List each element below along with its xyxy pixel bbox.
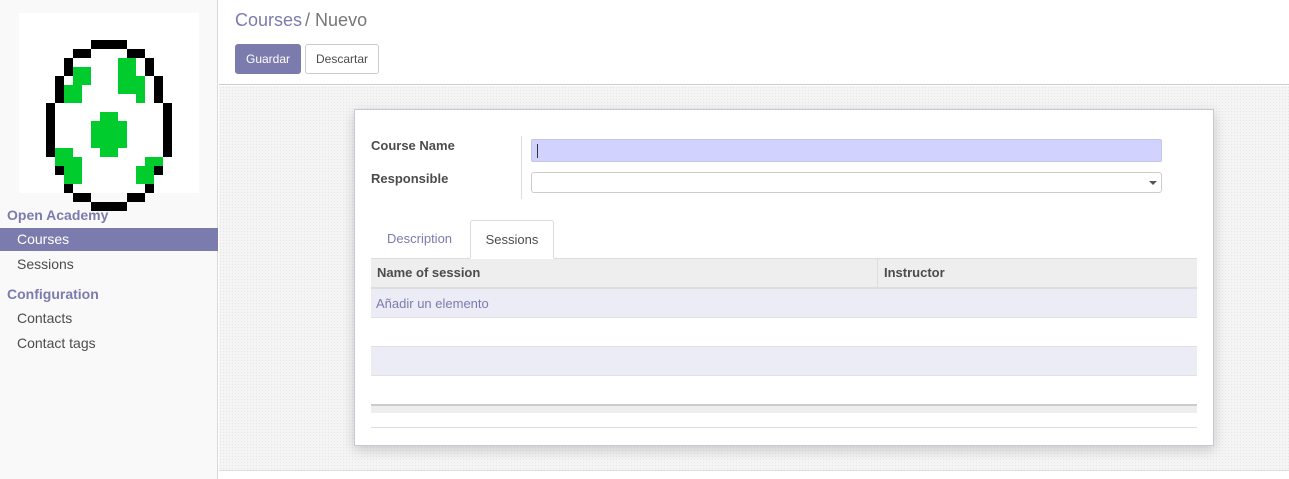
table-row	[371, 347, 1197, 376]
app-logo[interactable]	[19, 13, 199, 211]
sessions-table-header: Name of session Instructor	[371, 259, 1197, 289]
caret-down-icon	[1149, 181, 1157, 185]
pixel-egg-logo-icon	[46, 40, 172, 211]
breadcrumb-current: Nuevo	[315, 10, 368, 30]
course-name-label: Course Name	[371, 138, 455, 153]
sessions-table-footer	[371, 404, 1197, 413]
bottom-strip	[219, 470, 1289, 479]
save-button[interactable]: Guardar	[235, 44, 301, 74]
sidebar: Open Academy Courses Sessions Configurat…	[0, 0, 218, 479]
tab-sessions[interactable]: Sessions	[470, 220, 554, 259]
menu-item-sessions[interactable]: Sessions	[0, 253, 218, 276]
text-caret	[537, 144, 538, 158]
column-header-instructor[interactable]: Instructor	[878, 259, 1197, 287]
control-panel: Courses / Nuevo Guardar Descartar	[219, 0, 1289, 85]
tab-description[interactable]: Description	[371, 220, 468, 259]
menu-item-contacts[interactable]: Contacts	[0, 307, 218, 330]
breadcrumb-separator: /	[305, 10, 311, 30]
menu-item-courses[interactable]: Courses	[0, 228, 218, 251]
responsible-label: Responsible	[371, 171, 449, 186]
table-row	[371, 318, 1197, 347]
form-sheet: Course Name Responsible Description Sess…	[354, 109, 1214, 446]
menu-section-open-academy: Open Academy	[7, 207, 109, 223]
field-divider	[521, 136, 522, 199]
breadcrumb-courses-link[interactable]: Courses	[235, 10, 302, 30]
breadcrumb: Courses / Nuevo	[235, 10, 367, 31]
add-line-link[interactable]: Añadir un elemento	[376, 296, 489, 311]
course-name-input[interactable]	[531, 139, 1162, 162]
menu-section-configuration: Configuration	[7, 286, 99, 302]
responsible-select[interactable]	[531, 172, 1162, 193]
discard-button[interactable]: Descartar	[305, 44, 379, 74]
sessions-table-bottom-line	[371, 427, 1197, 428]
menu-item-contact-tags[interactable]: Contact tags	[0, 332, 218, 355]
column-header-name-of-session[interactable]: Name of session	[371, 259, 878, 287]
table-row: Añadir un elemento	[371, 289, 1197, 318]
table-row	[371, 376, 1197, 405]
